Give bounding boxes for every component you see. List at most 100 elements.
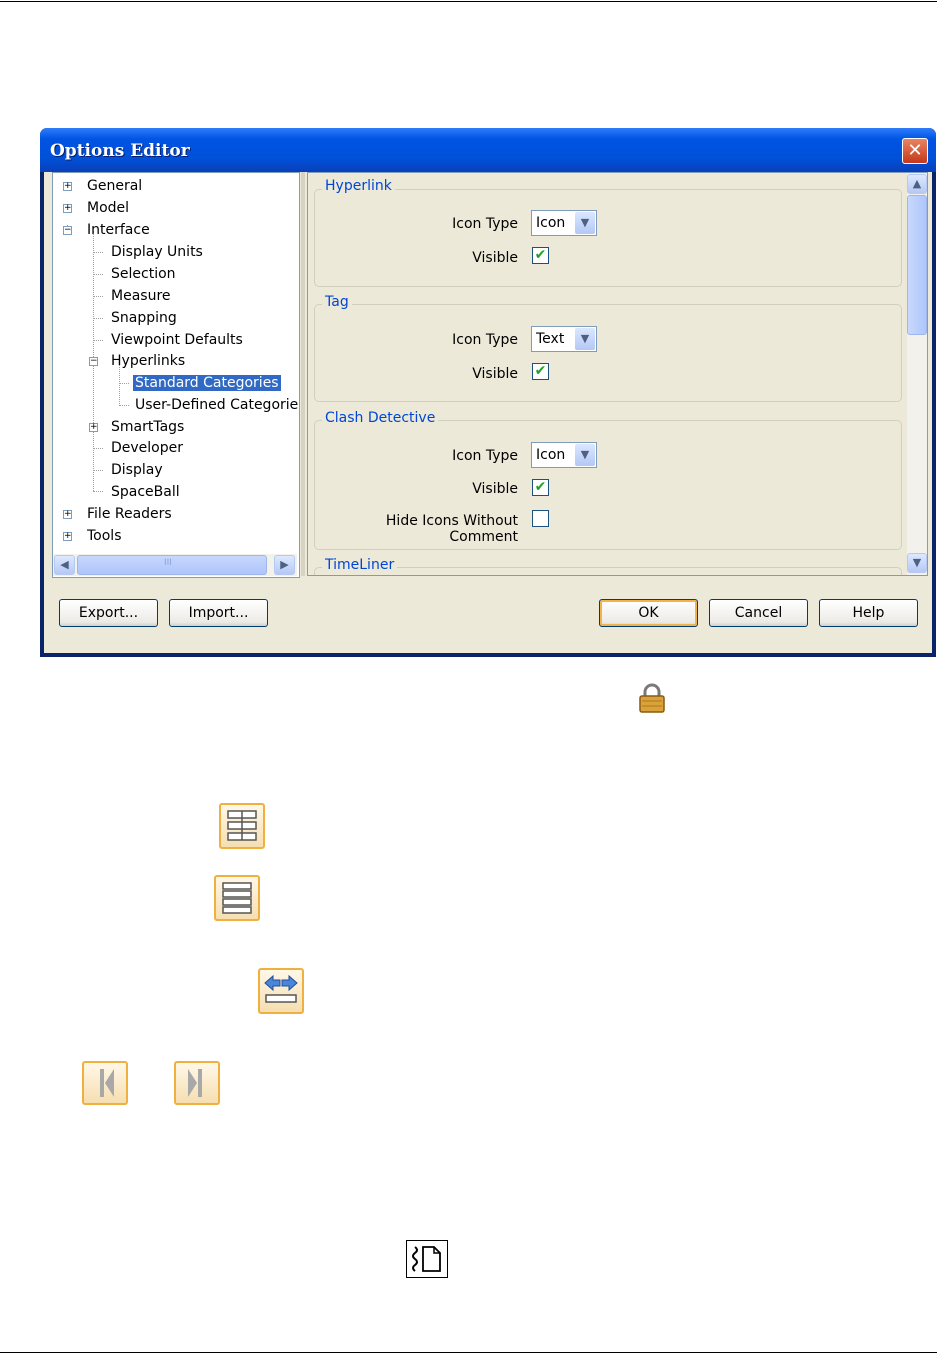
arrow-left-icon: ◀ [60, 558, 69, 571]
icon-type-label: Icon Type [452, 216, 518, 232]
next-icon [174, 1061, 220, 1105]
tree-item-measure[interactable]: Measure [111, 286, 171, 306]
hyperlink-group [314, 189, 902, 287]
tree-connector [119, 383, 129, 384]
help-button[interactable]: Help [819, 599, 918, 627]
tree-connector [93, 448, 103, 449]
tree-item-standard-categories[interactable]: Standard Categories [133, 373, 281, 393]
page-bottom-rule [0, 1352, 937, 1353]
previous-icon [82, 1061, 128, 1105]
grip-icon: III [164, 558, 172, 568]
tree-item-label: Selection [111, 266, 176, 282]
tree-connector [93, 318, 103, 319]
scroll-right-button[interactable]: ▶ [274, 555, 295, 575]
tree-item-snapping[interactable]: Snapping [111, 308, 177, 328]
tree-item-label: Standard Categories [133, 375, 281, 391]
checkmark-icon: ✔ [534, 479, 547, 495]
hyperlink-icon-type-select[interactable]: Icon ▼ [531, 210, 597, 236]
tree-connector [93, 491, 103, 492]
hide-icons-label: Hide Icons Without Comment [385, 513, 518, 545]
expand-icon[interactable]: + [63, 204, 72, 213]
tree-item-display-units[interactable]: Display Units [111, 242, 203, 262]
tree-item-label: Model [87, 200, 130, 216]
close-button[interactable]: ✕ [902, 138, 928, 164]
select-value: Icon [536, 215, 566, 231]
arrow-right-icon: ▶ [280, 558, 289, 571]
collapse-icon[interactable]: − [89, 357, 98, 366]
visible-label: Visible [472, 481, 518, 497]
icon-type-label: Icon Type [452, 448, 518, 464]
scroll-thumb[interactable]: III [77, 555, 267, 575]
tree-item-label: Display Units [111, 244, 203, 260]
split-rows-icon [219, 803, 265, 849]
scroll-up-button[interactable]: ▲ [907, 174, 927, 194]
expand-icon[interactable]: + [63, 182, 72, 191]
scroll-thumb[interactable] [907, 195, 927, 335]
tree-item-developer[interactable]: Developer [111, 438, 183, 458]
lock-icon [636, 683, 668, 713]
tree-item-label: SmartTags [111, 419, 185, 435]
chevron-down-icon[interactable]: ▼ [575, 444, 595, 466]
tree-item-label: Measure [111, 288, 171, 304]
tree-item-label: Viewpoint Defaults [111, 332, 243, 348]
collapse-icon[interactable]: − [63, 226, 72, 235]
expand-icon[interactable]: + [89, 423, 98, 432]
settings-vertical-scrollbar[interactable]: ▲ ▼ [907, 173, 927, 575]
scroll-left-button[interactable]: ◀ [54, 555, 75, 575]
tree-item-label: Hyperlinks [111, 353, 186, 369]
dialog-title: Options Editor [50, 141, 190, 161]
checkmark-icon: ✔ [534, 363, 547, 379]
tree-item-label: Display [111, 462, 163, 478]
hide-icons-without-comment-checkbox[interactable] [532, 510, 549, 527]
export-button[interactable]: Export... [59, 599, 158, 627]
hyperlink-visible-checkbox[interactable]: ✔ [532, 247, 549, 264]
tree-item-label: User-Defined Categories [135, 397, 300, 413]
clash-icon-type-select[interactable]: Icon ▼ [531, 442, 597, 468]
tree-item-display[interactable]: Display [111, 460, 163, 480]
title-bar[interactable]: Options Editor ✕ [40, 128, 936, 172]
select-value: Text [536, 331, 565, 347]
group-title-clash-detective: Clash Detective [322, 410, 439, 426]
close-icon: ✕ [907, 140, 923, 161]
tree-item-user-defined-categories[interactable]: User-Defined Categories [135, 395, 300, 415]
import-button[interactable]: Import... [169, 599, 268, 627]
tree-item-selection[interactable]: Selection [111, 264, 176, 284]
tree-item-spaceball[interactable]: SpaceBall [111, 482, 180, 502]
select-value: Icon [536, 447, 566, 463]
tree-item-viewpoint-defaults[interactable]: Viewpoint Defaults [111, 330, 243, 350]
clash-visible-checkbox[interactable]: ✔ [532, 479, 549, 496]
expand-icon[interactable]: + [63, 532, 72, 541]
group-title-hyperlink: Hyperlink [322, 178, 395, 194]
expand-icon[interactable]: + [63, 510, 72, 519]
tree-horizontal-scrollbar[interactable]: ◀ III ▶ [53, 554, 297, 576]
timeliner-group [314, 567, 902, 575]
tree-item-label: Snapping [111, 310, 177, 326]
tag-visible-checkbox[interactable]: ✔ [532, 363, 549, 380]
ok-button[interactable]: OK [599, 599, 698, 627]
tree-connector [93, 340, 103, 341]
group-title-tag: Tag [322, 294, 352, 310]
options-editor-dialog: Options Editor ✕ + General + Model − Int… [40, 128, 936, 657]
settings-panel: Hyperlink Icon Type Icon ▼ Visible ✔ Tag… [307, 172, 928, 576]
tree-item-label: General [87, 178, 143, 194]
chevron-down-icon[interactable]: ▼ [575, 212, 595, 234]
group-title-timeliner: TimeLiner [322, 557, 398, 573]
tree-connector [93, 252, 103, 253]
arrow-down-icon: ▼ [912, 556, 922, 569]
chevron-down-icon[interactable]: ▼ [575, 328, 595, 350]
icon-type-label: Icon Type [452, 332, 518, 348]
tag-group [314, 304, 902, 402]
scroll-down-button[interactable]: ▼ [907, 553, 927, 573]
tree-connector [93, 274, 103, 275]
document-chain-icon [406, 1240, 448, 1278]
cancel-button[interactable]: Cancel [709, 599, 808, 627]
checkmark-icon: ✔ [534, 247, 547, 263]
swap-arrows-icon [258, 968, 304, 1014]
rows-icon [214, 875, 260, 921]
pane-splitter[interactable] [301, 172, 305, 576]
tree-item-label: Interface [87, 222, 150, 238]
page-top-rule [0, 1, 937, 2]
options-tree[interactable]: + General + Model − Interface Display Un… [52, 172, 300, 578]
tag-icon-type-select[interactable]: Text ▼ [531, 326, 597, 352]
tree-connector [93, 470, 103, 471]
